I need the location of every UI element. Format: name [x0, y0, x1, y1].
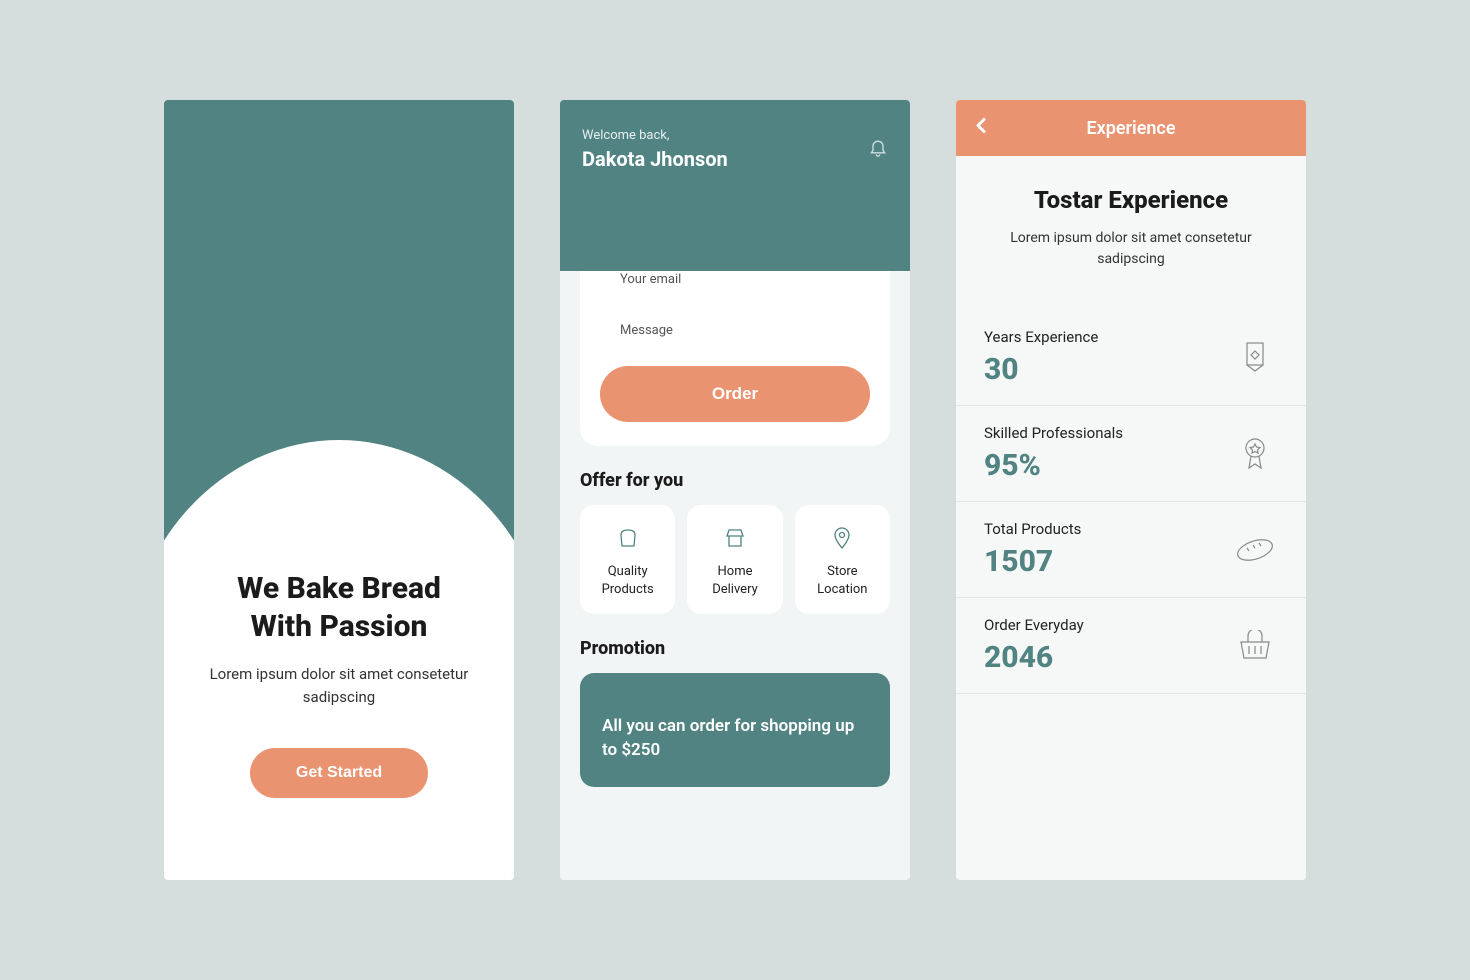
get-started-button[interactable]: Get Started: [250, 748, 428, 798]
experience-title: Tostar Experience: [986, 186, 1276, 214]
promotion-section-title: Promotion: [580, 638, 890, 659]
offer-store-location[interactable]: Store Location: [795, 505, 890, 614]
offer-quality-products[interactable]: Quality Products: [580, 505, 675, 614]
email-field[interactable]: Your email: [600, 264, 870, 315]
stat-value: 1507: [984, 544, 1232, 579]
pin-icon: [801, 523, 884, 553]
promotion-card[interactable]: All you can order for shopping up to $25…: [580, 673, 890, 787]
store-icon: [693, 523, 776, 553]
landing-subtitle: Lorem ipsum dolor sit amet consetetur sa…: [204, 663, 474, 708]
offer-section-title: Offer for you: [580, 470, 890, 491]
stat-label: Total Products: [984, 520, 1232, 538]
landing-title: We Bake Bread With Passion: [204, 570, 474, 645]
basket-icon: [1232, 630, 1278, 662]
landing-content: We Bake Bread With Passion Lorem ipsum d…: [164, 570, 514, 798]
offer-label: Quality Products: [586, 563, 669, 598]
home-screen: Welcome back, Dakota Jhonson Custom Prod…: [560, 100, 910, 880]
stat-label: Order Everyday: [984, 616, 1232, 634]
bell-icon[interactable]: [868, 136, 888, 162]
award-icon: [1232, 436, 1278, 472]
offers-row: Quality Products Home Delivery Store Loc…: [560, 505, 910, 614]
order-button[interactable]: Order: [600, 366, 870, 422]
experience-header-title: Experience: [1086, 118, 1175, 139]
experience-subtitle: Lorem ipsum dolor sit amet consetetur sa…: [986, 228, 1276, 270]
welcome-label: Welcome back,: [582, 128, 888, 143]
ribbon-icon: [1232, 341, 1278, 375]
stat-years-experience: Years Experience 30: [956, 310, 1306, 406]
stat-total-products: Total Products 1507: [956, 502, 1306, 598]
hero-background: [164, 100, 514, 560]
offer-home-delivery[interactable]: Home Delivery: [687, 505, 782, 614]
bread-icon: [586, 523, 669, 553]
experience-screen: Experience Tostar Experience Lorem ipsum…: [956, 100, 1306, 880]
stat-value: 95%: [984, 448, 1232, 483]
experience-intro: Tostar Experience Lorem ipsum dolor sit …: [956, 156, 1306, 310]
stat-value: 30: [984, 352, 1232, 387]
user-name: Dakota Jhonson: [582, 147, 888, 171]
home-header: Welcome back, Dakota Jhonson: [560, 100, 910, 271]
bread-loaf-icon: [1232, 536, 1278, 564]
landing-screen: We Bake Bread With Passion Lorem ipsum d…: [164, 100, 514, 880]
stat-skilled-professionals: Skilled Professionals 95%: [956, 406, 1306, 502]
experience-header: Experience: [956, 100, 1306, 156]
promotion-text: All you can order for shopping up to $25…: [602, 716, 854, 760]
stat-label: Years Experience: [984, 328, 1232, 346]
stat-order-everyday: Order Everyday 2046: [956, 598, 1306, 694]
message-field[interactable]: Message: [600, 315, 870, 366]
offer-label: Home Delivery: [693, 563, 776, 598]
stat-label: Skilled Professionals: [984, 424, 1232, 442]
offer-label: Store Location: [801, 563, 884, 598]
back-icon[interactable]: [974, 118, 988, 139]
stat-value: 2046: [984, 640, 1232, 675]
